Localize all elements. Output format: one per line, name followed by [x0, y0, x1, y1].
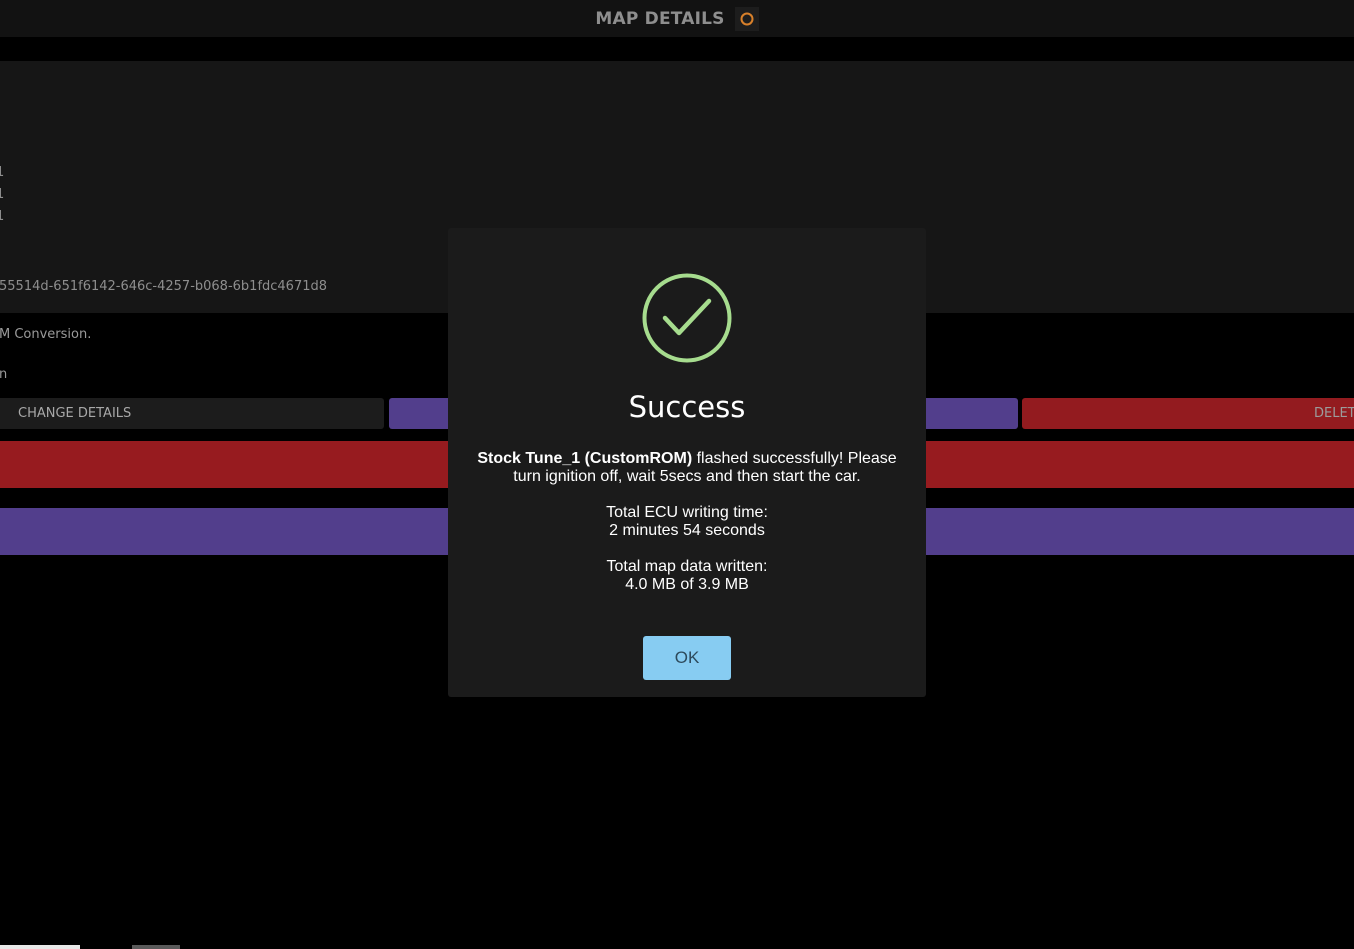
detail-value: 1: [0, 165, 5, 180]
detail-value: 1: [0, 187, 5, 202]
change-details-button[interactable]: CHANGE DETAILS: [0, 398, 384, 429]
ok-button[interactable]: OK: [643, 636, 731, 680]
delete-button[interactable]: DELETE: [1022, 398, 1354, 429]
delete-label: DELETE: [1314, 406, 1354, 421]
flashed-map-name: Stock Tune_1 (CustomROM): [477, 450, 693, 467]
success-dialog: Success Stock Tune_1 (CustomROM) flashed…: [448, 228, 926, 697]
writing-time-label: Total ECU writing time:: [606, 504, 768, 521]
change-details-label: CHANGE DETAILS: [18, 406, 132, 421]
page-title: MAP DETAILS: [595, 8, 725, 29]
top-header: MAP DETAILS: [0, 0, 1354, 37]
writing-time-value: 2 minutes 54 seconds: [609, 522, 765, 539]
data-written-block: Total map data written: 4.0 MB of 3.9 MB: [468, 558, 906, 594]
app-screen: MAP DETAILS 1 1 1 55514d-651f6142-646c-4…: [0, 0, 1354, 949]
conversion-text: M Conversion.: [0, 327, 92, 342]
data-written-label: Total map data written:: [606, 558, 768, 575]
fragment-text: n: [0, 367, 8, 382]
dialog-message: Stock Tune_1 (CustomROM) flashed success…: [468, 450, 906, 486]
bottom-tab-indicator: [0, 945, 80, 949]
data-written-value: 4.0 MB of 3.9 MB: [625, 576, 749, 593]
detail-value: 1: [0, 209, 5, 224]
dialog-title: Success: [628, 390, 746, 424]
writing-time-block: Total ECU writing time: 2 minutes 54 sec…: [468, 504, 906, 540]
ring-icon[interactable]: [734, 6, 759, 31]
check-circle-icon: [642, 273, 732, 363]
map-id-value: 55514d-651f6142-646c-4257-b068-6b1fdc467…: [0, 279, 328, 294]
bottom-tab-indicator: [132, 945, 180, 949]
